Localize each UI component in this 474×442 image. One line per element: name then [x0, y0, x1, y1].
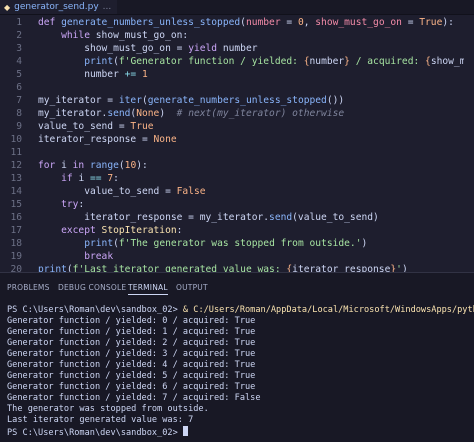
code-line-2: while show_must_go_on: — [61, 30, 189, 41]
code-line-15: try: — [61, 199, 85, 210]
python-file-icon: ◆ — [4, 2, 11, 12]
code-line-17: except StopIteration: — [61, 225, 183, 236]
terminal-output-line: Generator function / yielded: 7 / acquir… — [7, 393, 261, 403]
terminal-output-line: Last iterator generated value was: 7 — [7, 415, 194, 425]
editor-tab-bar: ◆ generator_send.py ... — [0, 0, 474, 15]
more-icon[interactable]: ... — [103, 2, 112, 12]
terminal-command-line: PS C:\Users\Roman\dev\sandbox_02> & C:/U… — [7, 305, 474, 316]
editor-tab[interactable]: ◆ generator_send.py ... — [0, 0, 118, 14]
code-line-16: iterator_response = my_iterator.send(val… — [38, 212, 379, 223]
code-line-5: number += 1 — [38, 69, 148, 80]
terminal-output-line: Generator function / yielded: 3 / acquir… — [7, 349, 256, 359]
terminal[interactable]: PS C:\Users\Roman\dev\sandbox_02> & C:/U… — [0, 301, 474, 442]
terminal-final-prompt: PS C:\Users\Roman\dev\sandbox_02> — [7, 428, 183, 438]
tab-output[interactable]: OUTPUT — [176, 283, 208, 292]
code-line-13: if i == 7: — [61, 173, 119, 184]
panel-tab-bar: PROBLEMS DEBUG CONSOLE TERMINAL OUTPUT — [0, 273, 474, 301]
editor-scrollbar[interactable] — [464, 15, 474, 272]
terminal-prompt: PS C:\Users\Roman\dev\sandbox_02> — [7, 305, 183, 315]
editor-tab-filename: generator_send.py — [14, 2, 99, 12]
code-line-7: my_iterator = iter(generate_numbers_unle… — [38, 95, 345, 106]
terminal-command: & C:/Users/Roman/AppData/Local/Microsoft… — [182, 305, 474, 315]
code-line-10: iterator_response = None — [38, 134, 177, 145]
code-line-8: my_iterator.send(None) # next(my_iterato… — [38, 108, 345, 119]
code-line-4: print(f'Generator function / yielded: {n… — [84, 56, 474, 67]
code-line-14: value_to_send = False — [38, 186, 206, 197]
tab-debug-console[interactable]: DEBUG CONSOLE — [58, 283, 126, 292]
terminal-output-line: Generator function / yielded: 4 / acquir… — [7, 360, 256, 370]
tab-problems[interactable]: PROBLEMS — [7, 283, 50, 292]
terminal-output-line: Generator function / yielded: 0 / acquir… — [7, 316, 256, 326]
terminal-cursor — [182, 426, 188, 436]
code-line-9: value_to_send = True — [38, 121, 154, 132]
code-line-12: for i in range(10): — [38, 160, 148, 171]
code-line-1: def generate_numbers_unless_stopped(numb… — [38, 17, 454, 28]
code-line-20: print(f'Last iterator generated value wa… — [38, 264, 408, 272]
terminal-output-line: Generator function / yielded: 5 / acquir… — [7, 371, 256, 381]
tab-terminal[interactable]: TERMINAL — [128, 283, 168, 295]
terminal-output-line: Generator function / yielded: 6 / acquir… — [7, 382, 256, 392]
code-line-19: break — [84, 251, 114, 262]
terminal-output-line: The generator was stopped from outside. — [7, 404, 209, 414]
terminal-output-line: Generator function / yielded: 1 / acquir… — [7, 327, 256, 337]
code-editor[interactable]: 123456789101112131415161718192021 def ge… — [0, 15, 474, 272]
terminal-final-prompt-line: PS C:\Users\Roman\dev\sandbox_02> — [7, 426, 188, 438]
code-line-3: show_must_go_on = yield number — [38, 43, 258, 54]
code-line-18: print(f'The generator was stopped from o… — [84, 238, 368, 249]
terminal-output-line: Generator function / yielded: 2 / acquir… — [7, 338, 256, 348]
